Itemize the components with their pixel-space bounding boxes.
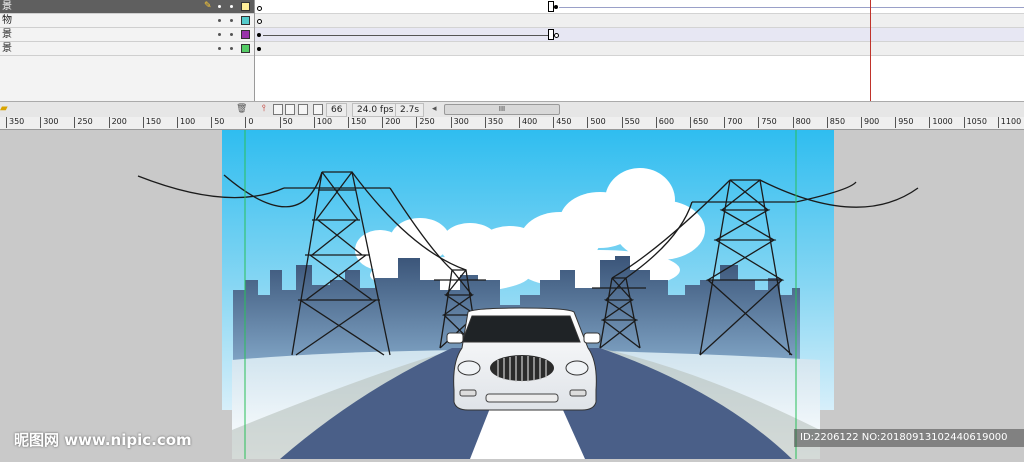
layer-row-3[interactable]: 景 <box>0 28 254 42</box>
ruler-tick: 0 <box>245 117 253 128</box>
ruler-tick: 750 <box>758 117 777 128</box>
onion-skin-icon[interactable] <box>273 104 283 115</box>
ruler-tick: 300 <box>450 117 469 128</box>
layer-name: 景 <box>2 43 12 54</box>
layer-list: 景 ✎ 物 景 景 <box>0 0 255 101</box>
playhead[interactable] <box>870 0 871 101</box>
lock-toggle[interactable] <box>230 33 233 36</box>
tween-line <box>263 35 548 36</box>
frame-rate[interactable]: 24.0 fps <box>352 103 399 117</box>
layer-name: 景 <box>2 29 12 40</box>
ruler-tick: 50 <box>211 117 224 128</box>
ruler-tick: 150 <box>348 117 366 128</box>
ruler-tick: 400 <box>519 117 537 128</box>
lock-toggle[interactable] <box>230 47 233 50</box>
frame-row-2[interactable] <box>255 14 1024 28</box>
edit-multiple-frames-icon[interactable] <box>298 104 308 115</box>
layer-row-2[interactable]: 物 <box>0 14 254 28</box>
car <box>446 307 601 411</box>
lock-toggle[interactable] <box>230 19 233 22</box>
outline-color-swatch[interactable] <box>241 16 250 25</box>
ruler-tick: 1000 <box>929 117 953 128</box>
ruler-tick: 800 <box>792 117 811 128</box>
timeline-panel: 景 ✎ 物 景 景 <box>0 0 1024 101</box>
visibility-toggle[interactable] <box>218 19 221 22</box>
center-frame-icon[interactable]: ⫯ <box>262 103 266 115</box>
ruler-tick: 250 <box>74 117 93 128</box>
watermark-id: ID:2206122 NO:20180913102440619000 <box>794 429 1024 447</box>
ruler-tick: 650 <box>690 117 708 128</box>
ruler-tick: 600 <box>655 117 674 128</box>
trash-icon[interactable]: 🗑 <box>236 103 247 115</box>
ruler-tick: 900 <box>861 117 879 128</box>
ruler-tick: 850 <box>826 117 845 128</box>
ruler-tick: 1050 <box>963 117 987 128</box>
ruler-tick: 450 <box>553 117 571 128</box>
keyframe[interactable] <box>554 33 559 38</box>
timeline-status-bar: ▰ 🗑 ⫯ 66 24.0 fps 2.7s ◂ III <box>0 101 1024 118</box>
timeline-scrollbar[interactable]: III <box>444 104 560 115</box>
frame-row-1[interactable] <box>255 0 1024 14</box>
visibility-toggle[interactable] <box>218 47 221 50</box>
elapsed-time: 2.7s <box>395 103 425 117</box>
visibility-toggle[interactable] <box>218 5 221 8</box>
keyframe[interactable] <box>257 33 261 37</box>
layer-name: 物 <box>2 15 12 26</box>
folder-icon[interactable]: ▰ <box>0 103 8 115</box>
ruler-tick: 100 <box>177 117 195 128</box>
ruler-tick: 100 <box>313 117 332 128</box>
outline-color-swatch[interactable] <box>241 30 250 39</box>
ruler-tick: 300 <box>40 117 58 128</box>
keyframe[interactable] <box>257 47 261 51</box>
stage-canvas <box>137 130 919 459</box>
frame-row-3[interactable] <box>255 28 1024 42</box>
onion-skin-outline-icon[interactable] <box>285 104 295 115</box>
scroll-left-icon[interactable]: ◂ <box>432 103 437 115</box>
ruler-tick: 950 <box>895 117 913 128</box>
layer-name: 景 <box>2 1 12 12</box>
ruler-tick: 200 <box>382 117 400 128</box>
current-frame: 66 <box>326 103 348 117</box>
ruler-tick: 350 <box>6 117 24 128</box>
modify-markers-icon[interactable] <box>313 104 323 115</box>
keyframe[interactable] <box>257 19 262 24</box>
ruler-tick: 200 <box>108 117 127 128</box>
visibility-toggle[interactable] <box>218 33 221 36</box>
outline-color-swatch[interactable] <box>241 44 250 53</box>
layer-row-1[interactable]: 景 ✎ <box>0 0 254 14</box>
ruler-tick: 350 <box>484 117 503 128</box>
keyframe[interactable] <box>257 6 262 11</box>
ruler-tick: 50 <box>279 117 293 128</box>
ruler-tick: 250 <box>416 117 435 128</box>
ruler-tick: 500 <box>587 117 606 128</box>
ruler-tick: 550 <box>621 117 640 128</box>
ruler-tick: 150 <box>142 117 161 128</box>
frame-row-4[interactable] <box>255 42 1024 56</box>
layer-row-4[interactable]: 景 <box>0 42 254 56</box>
pencil-icon: ✎ <box>204 1 212 11</box>
ruler-tick: 700 <box>724 117 742 128</box>
horizontal-ruler: 350 300 250 200 150 100 50 0 50 100 150 200 250 300 35… <box>0 117 1024 130</box>
watermark-logo: 昵图网 www.nipic.com <box>14 431 192 449</box>
keyframe[interactable] <box>554 5 558 9</box>
stage-area[interactable] <box>0 130 1024 459</box>
lock-toggle[interactable] <box>230 5 233 8</box>
outline-color-swatch[interactable] <box>241 2 250 11</box>
frame-grid[interactable] <box>255 0 1024 101</box>
ruler-tick: 1100 <box>997 117 1021 128</box>
tween-line <box>559 7 1024 8</box>
